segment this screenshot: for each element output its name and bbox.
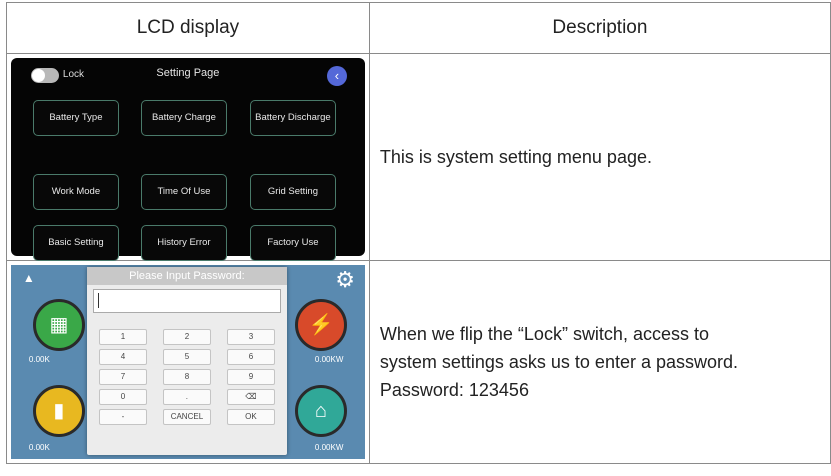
battery-discharge-button[interactable]: Battery Discharge [249,100,336,136]
basic-setting-button[interactable]: Basic Setting [32,225,119,261]
description-line-3: Password: 123456 [379,380,529,400]
ok-button[interactable]: OK [226,409,275,425]
battery-circle: ▮ [32,385,85,437]
chevron-left-icon: ‹ [334,68,340,83]
description-line-1: When we flip the “Lock” switch, access t… [379,324,709,344]
lcd-cell-settings: Lock Setting Page ‹ Battery Type Battery… [6,53,370,261]
key-1[interactable]: 1 [98,329,147,345]
grid-circle: ⚡ [294,299,347,351]
key-dot[interactable]: . [162,389,211,405]
back-button[interactable]: ‹ [326,66,347,86]
dialog-title: Please Input Password: [86,267,287,285]
grid-tower-icon: ⚡ [308,314,334,336]
key-7[interactable]: 7 [98,369,147,385]
grid-power-reading: 0.00KW [314,355,344,364]
lcd-setting-page-screenshot: Lock Setting Page ‹ Battery Type Battery… [10,58,365,261]
setting-page-title: Setting Page [156,67,220,79]
gear-icon[interactable]: ⚙ [335,267,355,293]
solar-panel-icon: ▦ [49,314,69,336]
time-of-use-button[interactable]: Time Of Use [140,174,227,210]
password-dialog: Please Input Password: 1 2 3 4 5 6 7 8 9… [86,267,287,455]
home-circle: ⌂ [294,385,347,437]
key-9[interactable]: 9 [226,369,275,385]
description-settings: This is system setting menu page. [368,53,831,261]
password-input[interactable] [92,289,281,313]
lcd-cell-password: ▲ ⚙ ▦ 0.00K ⚡ 0.00KW ▮ 0.00K ⌂ 0.00KW Pl… [6,260,370,464]
home-icon: ⌂ [314,400,327,422]
key-6[interactable]: 6 [226,349,275,365]
warning-icon: ▲ [22,271,35,285]
lcd-password-screenshot: ▲ ⚙ ▦ 0.00K ⚡ 0.00KW ▮ 0.00K ⌂ 0.00KW Pl… [10,265,365,459]
header-lcd-display: LCD display [6,2,370,54]
work-mode-button[interactable]: Work Mode [32,174,119,210]
key-2[interactable]: 2 [162,329,211,345]
factory-use-button[interactable]: Factory Use [249,225,336,261]
solar-circle: ▦ [32,299,85,351]
key-4[interactable]: 4 [98,349,147,365]
solar-power-reading: 0.00K [28,355,50,364]
backspace-icon: ⌫ [245,392,257,401]
home-power-reading: 0.00KW [314,443,344,452]
key-0[interactable]: 0 [98,389,147,405]
battery-charge-button[interactable]: Battery Charge [140,100,227,136]
key-minus[interactable]: - [98,409,147,425]
key-3[interactable]: 3 [226,329,275,345]
battery-power-reading: 0.00K [28,443,50,452]
lcd-description-table: LCD display Description Lock Setting Pag… [6,2,831,464]
battery-icon: ▮ [53,400,65,422]
header-description: Description [368,2,831,54]
battery-type-button[interactable]: Battery Type [32,100,119,136]
description-line-2: system settings asks us to enter a passw… [379,352,739,372]
grid-setting-button[interactable]: Grid Setting [249,174,336,210]
backspace-key[interactable]: ⌫ [226,389,275,405]
key-5[interactable]: 5 [162,349,211,365]
description-password: When we flip the “Lock” switch, access t… [368,260,831,464]
history-error-button[interactable]: History Error [140,225,227,261]
key-8[interactable]: 8 [162,369,211,385]
text-caret [97,293,99,308]
cancel-button[interactable]: CANCEL [162,409,211,425]
